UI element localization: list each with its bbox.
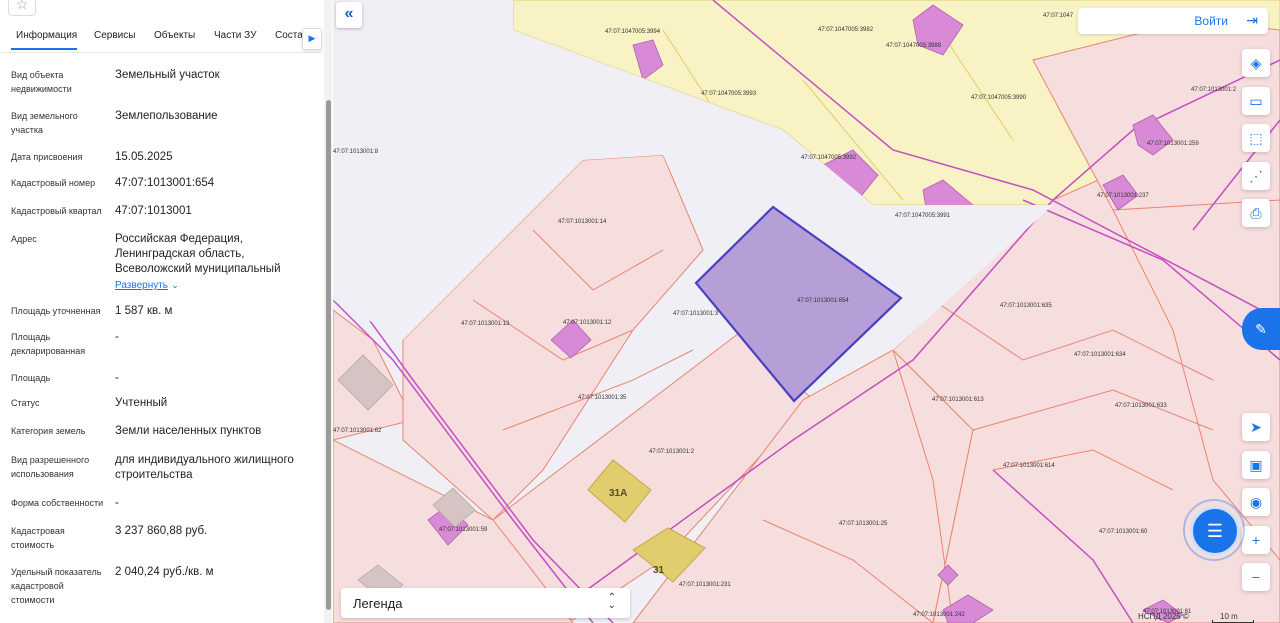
property-label: Площадь уточненная xyxy=(11,306,101,316)
legend-select[interactable]: Легенда ⌃ ⌄ xyxy=(341,588,630,618)
property-value[interactable]: 47:07:1013001 xyxy=(115,204,315,219)
parcel-label: 47:07:1013001:14 xyxy=(558,219,607,225)
chat-icon[interactable]: ☰ xyxy=(1190,506,1240,556)
login-button[interactable]: Войти ⇥ xyxy=(1078,8,1268,34)
property-value: Российская Федерация, Ленинградская обла… xyxy=(115,233,281,275)
house-number-label: 31А xyxy=(609,488,627,499)
parcel-label: 47:07:1013001:2 xyxy=(649,449,695,455)
property-value: 15.05.2025 xyxy=(115,151,173,163)
property-label: Площадь декларированная xyxy=(11,332,86,356)
property-value: 3 237 860,88 руб. xyxy=(115,525,208,537)
property-value: Землепользование xyxy=(115,110,218,122)
layers-icon[interactable]: ◈ xyxy=(1242,49,1270,77)
parcel-label: 47:07:1013001:634 xyxy=(1074,352,1126,358)
chevron-down-icon: ⌄ xyxy=(171,280,179,290)
share-icon[interactable]: ⋰ xyxy=(1242,162,1270,190)
legend-label: Легенда xyxy=(353,596,403,611)
property-label: Адрес xyxy=(11,234,37,244)
parcel-label: 47:07:1013001:633 xyxy=(1115,403,1167,409)
property-label: Категория земель xyxy=(11,426,86,436)
property-label: Кадастровый квартал xyxy=(11,206,102,216)
tab-services[interactable]: Сервисы xyxy=(94,30,135,41)
parcel-label: 47:07:1013001:613 xyxy=(932,397,984,403)
property-value: Земельный участок xyxy=(115,69,220,81)
tab-objects[interactable]: Объекты xyxy=(154,30,195,41)
parcel-label: 47:07:1013001:231 xyxy=(679,582,731,588)
property-label: Статус xyxy=(11,398,40,408)
parcel-label: 47:07:1013001:237 xyxy=(1097,193,1149,199)
property-label: Вид земельного участка xyxy=(11,111,78,135)
map-attribution: НСПД 2025 © xyxy=(1138,612,1189,621)
property-label: Удельный показатель кадастровой стоимост… xyxy=(11,567,102,605)
favorite-star-icon[interactable]: ☆ xyxy=(8,0,36,16)
zoom-in-icon[interactable]: + xyxy=(1242,526,1270,554)
property-value: 2 040,24 руб./кв. м xyxy=(115,566,214,578)
property-value: - xyxy=(115,331,119,343)
panel-scrollbar-thumb[interactable] xyxy=(326,100,331,610)
parcel-label: 47:07:1047005:3991 xyxy=(895,213,951,219)
parcel-label: 47:07:1047005:3982 xyxy=(818,27,874,33)
feedback-side-tab-icon[interactable]: ✎ xyxy=(1242,308,1280,350)
property-label: Форма собственности xyxy=(11,498,104,508)
parcel-label: 47:07:1013001:59 xyxy=(439,527,488,533)
active-tab-indicator xyxy=(11,48,77,50)
property-value: Учтенный xyxy=(115,397,168,409)
location-pin-icon[interactable]: ◉ xyxy=(1242,488,1270,516)
parcel-label: 47:07:1013001:62 xyxy=(333,428,382,434)
parcel-label: 47:07:1013001:259 xyxy=(1147,141,1199,147)
selected-parcel-label: 47:07:1013001:654 xyxy=(797,298,849,304)
parcel-label: 47:07:1047005:3994 xyxy=(605,29,661,35)
parcel-label: 47:07:1013001:8 xyxy=(333,149,379,155)
property-value: - xyxy=(115,372,119,384)
parcel-label: 47:07:1047005:3990 xyxy=(971,95,1027,101)
property-value: для индивидуального жилищного строительс… xyxy=(115,454,294,481)
parcel-label: 47:07:1047 xyxy=(1043,13,1074,19)
parcel-label: 47:07:1013001:60 xyxy=(1099,529,1148,535)
collapse-panel-button[interactable]: « xyxy=(336,2,362,28)
parcel-label: 47:07:1013001:614 xyxy=(1003,463,1055,469)
property-label: Дата присвоения xyxy=(11,152,83,162)
minimap-icon[interactable]: ▣ xyxy=(1242,451,1270,479)
geolocation-icon[interactable]: ➤ xyxy=(1242,413,1270,441)
parcel-label: 47:07:1013001:2 xyxy=(1191,87,1237,93)
zoom-out-icon[interactable]: − xyxy=(1242,563,1270,591)
property-value: Земли населенных пунктов xyxy=(115,425,262,437)
parcel-label: 47:07:1013001:25 xyxy=(839,521,888,527)
property-label: Вид объекта недвижимости xyxy=(11,70,72,94)
parcel-label: 47:07:1047005:3992 xyxy=(801,155,857,161)
expand-link[interactable]: Развернуть ⌄ xyxy=(115,278,315,293)
tab-composition[interactable]: Соста xyxy=(275,30,303,41)
parcel-label: 47:07:1013001:13 xyxy=(461,321,510,327)
expand-link-label[interactable]: Развернуть xyxy=(115,280,168,291)
property-value: - xyxy=(115,497,119,509)
select-arrows-icon: ⌃ ⌄ xyxy=(607,592,616,611)
login-label: Войти xyxy=(1194,14,1228,28)
info-panel: ☆ Информация Сервисы Объекты Части ЗУ Со… xyxy=(0,0,334,623)
tab-bar: Информация Сервисы Объекты Части ЗУ Сост… xyxy=(0,22,322,53)
print-icon[interactable]: ⎙ xyxy=(1242,199,1270,227)
property-value: 1 587 кв. м xyxy=(115,305,173,317)
map-layer[interactable]: 47:07:1013001:654 47:07:1047005:3994 47:… xyxy=(333,0,1280,623)
parcel-label: 47:07:1013001:635 xyxy=(1000,303,1052,309)
ruler-icon[interactable]: ▭ xyxy=(1242,87,1270,115)
tab-info[interactable]: Информация xyxy=(16,30,77,41)
parcel-label: 47:07:1047005:3993 xyxy=(701,91,757,97)
parcel-label: 47:07:1047005:3988 xyxy=(886,43,942,49)
tabs-scroll-right-icon[interactable]: ▶ xyxy=(302,28,322,50)
select-area-icon[interactable]: ⬚ xyxy=(1242,124,1270,152)
map-canvas[interactable]: 47:07:1013001:654 47:07:1047005:3994 47:… xyxy=(333,0,1280,623)
property-label: Площадь xyxy=(11,373,51,383)
property-label: Вид разрешенного использования xyxy=(11,455,90,479)
property-value[interactable]: 47:07:1013001:654 xyxy=(115,176,315,191)
parcel-label: 47:07:1013001:3 xyxy=(673,311,719,317)
parcel-label: 47:07:1013001:35 xyxy=(578,395,627,401)
tab-parts[interactable]: Части ЗУ xyxy=(214,30,256,41)
property-label: Кадастровая стоимость xyxy=(11,526,65,550)
property-label: Кадастровый номер xyxy=(11,178,96,188)
login-icon: ⇥ xyxy=(1246,12,1258,28)
parcel-label: 47:07:1013001:242 xyxy=(913,612,965,618)
parcel-label: 47:07:1013001:12 xyxy=(563,320,612,326)
house-number-label: 31 xyxy=(653,565,665,576)
